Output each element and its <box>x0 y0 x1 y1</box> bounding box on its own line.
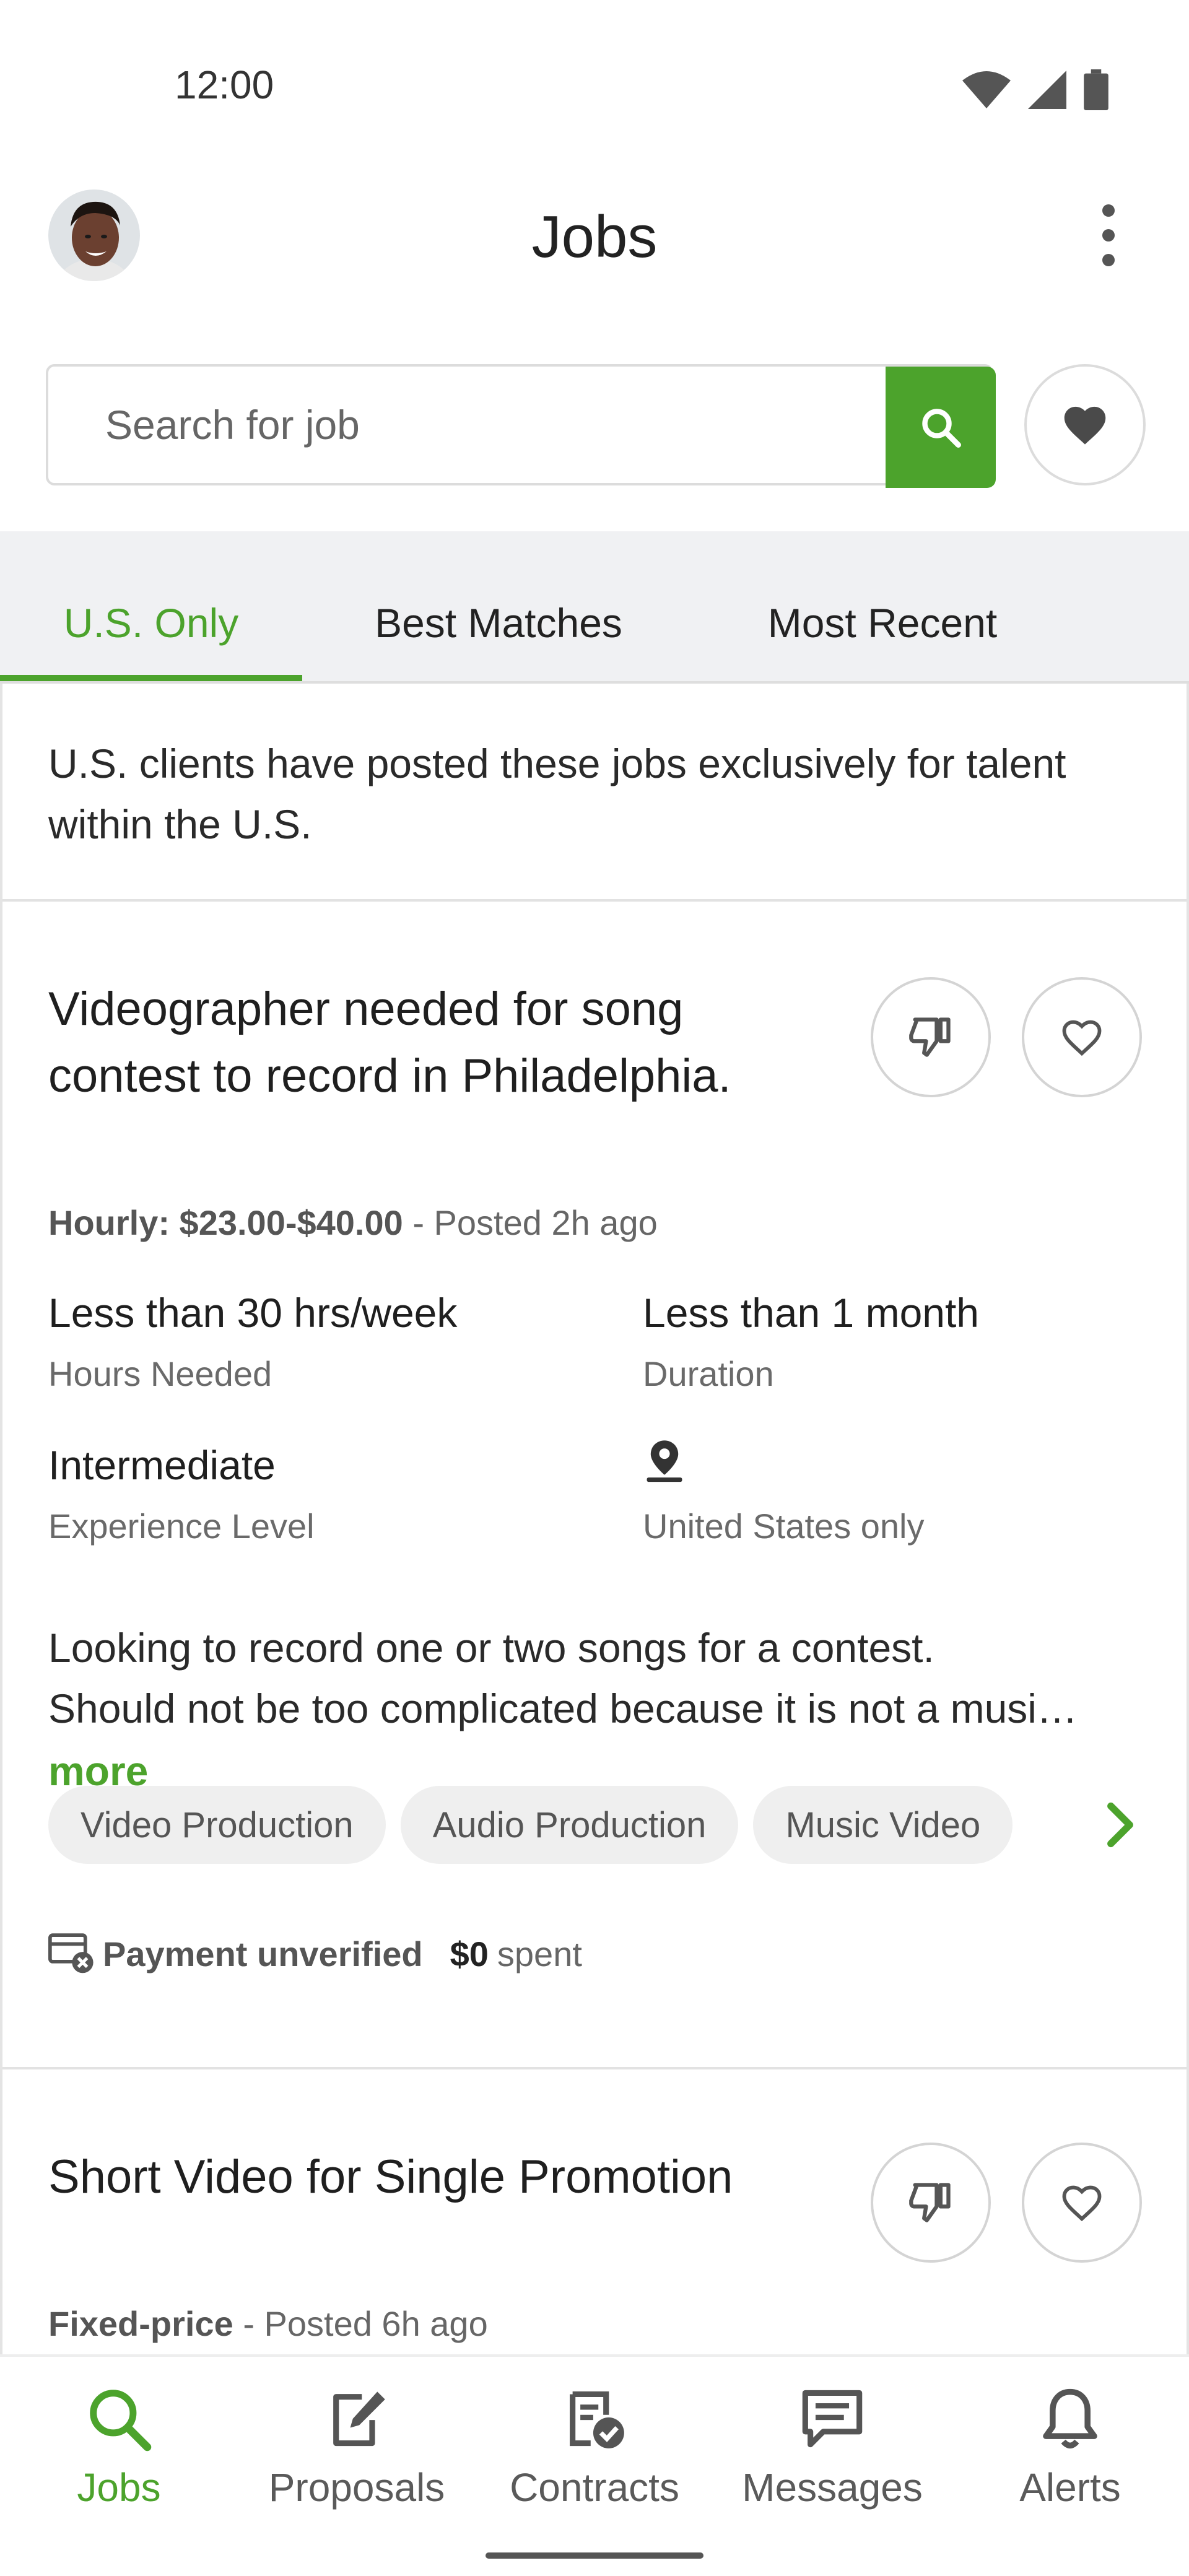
search-row <box>46 364 1148 488</box>
more-vert-icon[interactable] <box>1084 204 1133 266</box>
wifi-icon <box>962 71 1011 108</box>
skill-chip[interactable]: Audio Production <box>400 1786 739 1864</box>
skills-list[interactable]: Video Production Audio Production Music … <box>48 1786 1052 1864</box>
job-card[interactable]: Videographer needed for song contest to … <box>2 902 1187 1853</box>
job-rate-line: Fixed-price - Posted 6h ago <box>48 2304 488 2344</box>
job-posted: - Posted 6h ago <box>233 2304 488 2343</box>
job-description: Looking to record one or two songs for a… <box>48 1617 1151 1739</box>
job-card[interactable]: Short Video for Single Promotion Fixed-p… <box>2 2069 1187 2379</box>
nav-messages[interactable]: Messages <box>713 2382 951 2524</box>
thumbs-down-icon <box>909 2183 951 2222</box>
search-box <box>46 364 996 488</box>
tab-us-only[interactable]: U.S. Only <box>0 586 302 682</box>
job-feed[interactable]: U.S. clients have posted these jobs excl… <box>0 684 1189 2356</box>
location-label: United States only <box>643 1507 925 1546</box>
hours-needed-value: Less than 30 hrs/week <box>48 1290 458 1336</box>
cell-signal-icon <box>1028 71 1066 109</box>
heart-filled-icon <box>1064 406 1106 445</box>
tab-most-recent[interactable]: Most Recent <box>731 586 1034 682</box>
experience-level-value: Intermediate <box>48 1442 276 1488</box>
job-posted: - Posted 2h ago <box>403 1203 658 1242</box>
skill-chip[interactable]: Video Production <box>48 1786 386 1864</box>
hours-needed-label: Hours Needed <box>48 1354 272 1393</box>
tab-bar: U.S. Only Best Matches Most Recent <box>0 586 1189 682</box>
payment-unverified-icon <box>48 1933 94 1973</box>
search-icon <box>922 409 961 448</box>
status-time: 12:00 <box>175 63 274 107</box>
duration-value: Less than 1 month <box>643 1290 980 1336</box>
save-job-button[interactable] <box>1022 2143 1142 2263</box>
location-pin-icon <box>647 1440 682 1482</box>
nav-label: Alerts <box>1019 2465 1121 2510</box>
message-icon <box>802 2390 863 2448</box>
job-rate: Fixed-price <box>48 2304 233 2343</box>
skill-chip[interactable]: Music Video <box>753 1786 1013 1864</box>
thumbs-down-icon <box>909 1017 951 1057</box>
nav-jobs[interactable]: Jobs <box>0 2382 238 2524</box>
edit-document-icon <box>333 2391 385 2447</box>
dislike-button[interactable] <box>871 977 991 1097</box>
heart-outline-icon <box>1062 2185 1102 2222</box>
us-only-intro-text: U.S. clients have posted these jobs excl… <box>48 741 1066 847</box>
bottom-navigation: Jobs Proposals Contracts Messages Alerts <box>0 2354 1189 2576</box>
heart-outline-icon <box>1062 1020 1102 1056</box>
chevron-right-icon[interactable] <box>1099 1786 1142 1864</box>
nav-label: Contracts <box>510 2465 679 2510</box>
job-title[interactable]: Videographer needed for song contest to … <box>48 976 829 1110</box>
contract-check-icon <box>570 2391 624 2448</box>
search-icon <box>90 2390 152 2452</box>
job-title[interactable]: Short Video for Single Promotion <box>48 2144 829 2211</box>
nav-label: Proposals <box>268 2465 445 2510</box>
job-description-line-1: Looking to record one or two songs for a… <box>48 1625 934 1671</box>
search-button[interactable] <box>886 367 996 488</box>
battery-icon <box>1084 69 1108 110</box>
nav-contracts[interactable]: Contracts <box>476 2382 713 2524</box>
payment-status: Payment unverified <box>103 1934 423 1973</box>
page-title: Jobs <box>531 204 658 270</box>
nav-label: Messages <box>742 2465 923 2510</box>
nav-alerts[interactable]: Alerts <box>951 2382 1189 2524</box>
tab-indicator <box>0 675 302 681</box>
job-rate: Hourly: $23.00-$40.00 <box>48 1203 403 1242</box>
dislike-button[interactable] <box>871 2143 991 2263</box>
status-icons <box>962 69 1108 110</box>
status-bar: 12:00 <box>0 0 1189 180</box>
saved-jobs-button[interactable] <box>1024 364 1146 485</box>
job-rate-line: Hourly: $23.00-$40.00 - Posted 2h ago <box>48 1203 658 1243</box>
search-input[interactable] <box>48 367 884 483</box>
tab-best-matches[interactable]: Best Matches <box>334 586 663 682</box>
job-description-line-2: Should not be too complicated because it… <box>48 1686 1078 1731</box>
save-job-button[interactable] <box>1022 977 1142 1097</box>
experience-level-label: Experience Level <box>48 1507 315 1546</box>
client-info-row: Payment unverified $0 spent <box>48 1933 582 1974</box>
nav-label: Jobs <box>77 2465 161 2510</box>
bell-icon <box>1043 2388 1097 2449</box>
spent-amount: $0 <box>450 1934 489 1973</box>
nav-proposals[interactable]: Proposals <box>238 2382 476 2524</box>
duration-label: Duration <box>643 1354 774 1393</box>
spent-label: spent <box>497 1934 582 1973</box>
app-header: Jobs <box>0 180 1189 303</box>
home-indicator[interactable] <box>486 2552 703 2559</box>
